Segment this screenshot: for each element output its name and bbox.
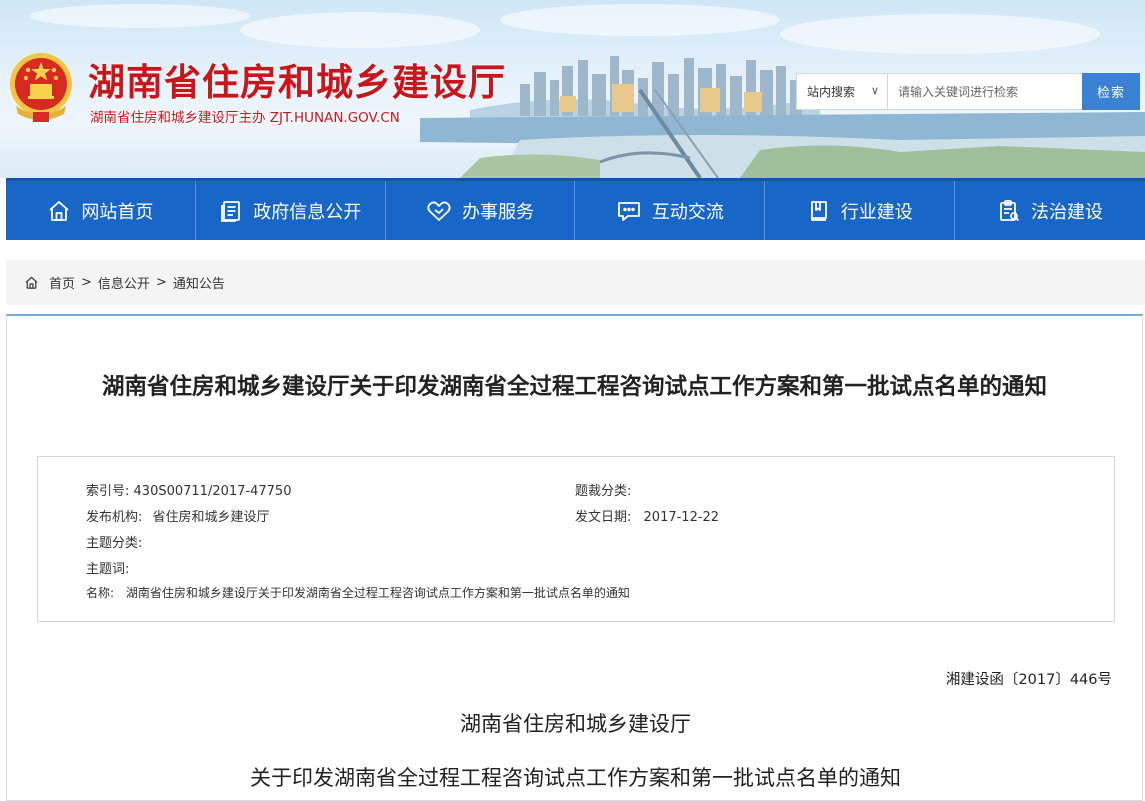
meta-date: 发文日期: 2017-12-22: [575, 506, 719, 525]
main-nav: 网站首页 政府信息公开 办事服务 互动交流 行业建设 法治建设: [6, 178, 1145, 240]
nav-item-label: 政府信息公开: [253, 201, 362, 223]
heart-icon: [427, 201, 451, 221]
document-icon: [221, 200, 241, 222]
meta-index-label: 索引号:: [86, 484, 130, 499]
meta-topic-label: 主题分类:: [86, 536, 143, 551]
home-icon: [49, 200, 70, 221]
document-meta-box: 索引号: 430S00711/2017-47750 题裁分类: 发布机构: 省住…: [37, 456, 1115, 622]
breadcrumb: 首页 > 信息公开 > 通知公告: [6, 260, 1145, 305]
meta-name-label: 名称:: [86, 586, 115, 600]
nav-item-rule-of-law[interactable]: 法治建设: [955, 181, 1145, 240]
meta-genre-label: 题裁分类:: [575, 484, 632, 499]
meta-index-value: 430S00711/2017-47750: [133, 484, 292, 499]
nav-item-label: 网站首页: [81, 201, 154, 223]
site-header: 湖南省住房和城乡建设厅 湖南省住房和城乡建设厅主办 ZJT.HUNAN.GOV.…: [0, 0, 1145, 178]
breadcrumb-separator: >: [155, 275, 167, 290]
chat-icon: [617, 201, 640, 221]
meta-keywords: 主题词:: [86, 558, 129, 577]
nav-item-label: 法治建设: [1031, 201, 1104, 223]
meta-index: 索引号: 430S00711/2017-47750: [86, 480, 291, 499]
nav-item-gov-info[interactable]: 政府信息公开: [196, 181, 386, 240]
site-title: 湖南省住房和城乡建设厅: [88, 61, 506, 104]
document-number: 湘建设函〔2017〕446号: [945, 672, 1112, 688]
body-heading: 湖南省住房和城乡建设厅: [460, 712, 691, 736]
search-button[interactable]: 检索: [1082, 73, 1140, 110]
clipboard-icon: [1000, 199, 1020, 221]
meta-publisher-label: 发布机构:: [86, 510, 143, 525]
nav-item-label: 行业建设: [840, 201, 913, 223]
meta-date-value: 2017-12-22: [643, 510, 720, 525]
breadcrumb-separator: >: [81, 275, 92, 290]
breadcrumb-item-notices[interactable]: 通知公告: [173, 273, 225, 292]
national-emblem-icon: [10, 53, 72, 122]
meta-name: 名称: 湖南省住房和城乡建设厅关于印发湖南省全过程工程咨询试点工作方案和第一批试…: [86, 584, 630, 601]
nav-item-label: 办事服务: [462, 201, 535, 223]
meta-publisher: 发布机构: 省住房和城乡建设厅: [86, 506, 270, 525]
nav-item-industry[interactable]: 行业建设: [765, 181, 956, 240]
nav-item-home[interactable]: 网站首页: [6, 181, 196, 240]
meta-publisher-value: 省住房和城乡建设厅: [152, 510, 270, 525]
search-input[interactable]: [888, 74, 1082, 109]
search-scope-label: 站内搜索: [807, 85, 856, 99]
home-icon[interactable]: [24, 275, 39, 290]
breadcrumb-item-info[interactable]: 信息公开: [98, 273, 150, 292]
nav-item-services[interactable]: 办事服务: [386, 181, 576, 240]
meta-name-value: 湖南省住房和城乡建设厅关于印发湖南省全过程工程咨询试点工作方案和第一批试点名单的…: [125, 586, 630, 600]
search-scope-select[interactable]: 站内搜索 ∨: [797, 74, 888, 109]
meta-date-label: 发文日期:: [575, 510, 632, 525]
article-title: 湖南省住房和城乡建设厅关于印发湖南省全过程工程咨询试点工作方案和第一批试点名单的…: [101, 374, 1047, 400]
search-bar: 站内搜索 ∨ 检索: [796, 73, 1140, 110]
breadcrumb-item-home[interactable]: 首页: [49, 273, 75, 292]
nav-item-label: 互动交流: [651, 201, 724, 223]
meta-genre: 题裁分类:: [575, 480, 631, 499]
site-subtitle: 湖南省住房和城乡建设厅主办 ZJT.HUNAN.GOV.CN: [90, 110, 400, 126]
article-panel: 湖南省住房和城乡建设厅关于印发湖南省全过程工程咨询试点工作方案和第一批试点名单的…: [6, 314, 1143, 801]
chevron-down-icon: ∨: [870, 84, 879, 97]
body-subheading: 关于印发湖南省全过程工程咨询试点工作方案和第一批试点名单的通知: [250, 766, 901, 790]
nav-item-interaction[interactable]: 互动交流: [575, 181, 766, 240]
meta-keywords-label: 主题词:: [86, 562, 130, 577]
meta-topic: 主题分类:: [86, 532, 142, 551]
book-icon: [810, 200, 827, 221]
